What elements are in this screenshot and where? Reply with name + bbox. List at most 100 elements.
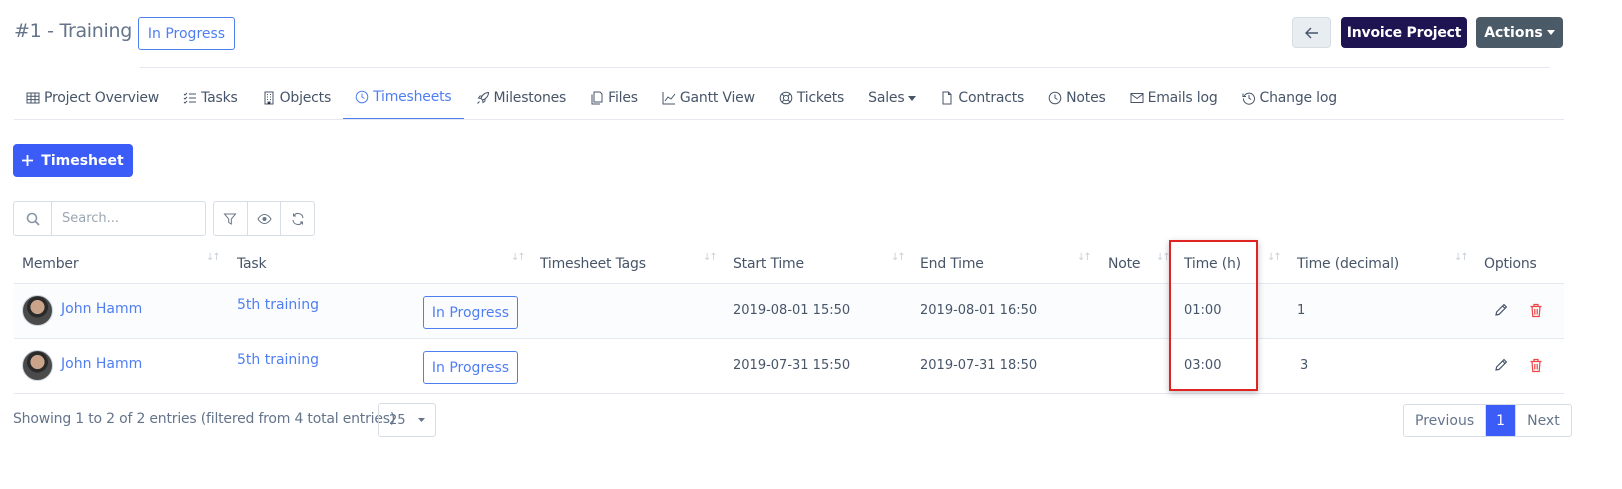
task-link[interactable]: 5th training <box>237 297 319 313</box>
filter-button[interactable] <box>214 202 248 235</box>
trash-icon <box>1530 303 1542 317</box>
pencil-icon <box>1495 303 1508 316</box>
tab-objects[interactable]: Objects <box>250 76 344 120</box>
column-note[interactable]: Note <box>1108 256 1141 272</box>
column-timesheet-tags[interactable]: Timesheet Tags <box>540 256 646 272</box>
search-icon <box>14 202 52 235</box>
sort-icon: ↓↑ <box>703 252 718 263</box>
tab-notes[interactable]: Notes <box>1036 76 1117 120</box>
project-tabs: Project Overview Tasks Objects Timesheet… <box>14 76 1349 120</box>
avatar[interactable] <box>22 350 53 381</box>
grid-icon <box>26 92 40 104</box>
refresh-icon <box>292 212 304 225</box>
avatar[interactable] <box>22 295 53 326</box>
tab-emails-log[interactable]: Emails log <box>1118 76 1230 120</box>
invoice-project-button[interactable]: Invoice Project <box>1341 17 1467 48</box>
document-icon <box>942 91 952 105</box>
sort-icon: ↓↑ <box>891 252 906 263</box>
tabs-divider <box>14 119 1564 120</box>
tab-label: Milestones <box>493 90 567 106</box>
add-timesheet-button[interactable]: Timesheet <box>13 144 133 177</box>
pencil-icon <box>1495 358 1508 371</box>
next-page-button[interactable]: Next <box>1516 405 1571 436</box>
tab-gantt-view[interactable]: Gantt View <box>650 76 767 120</box>
tab-milestones[interactable]: Milestones <box>464 76 579 120</box>
tab-label: Notes <box>1066 90 1106 106</box>
tab-label: Contracts <box>958 90 1025 106</box>
toggle-columns-button[interactable] <box>248 202 282 235</box>
sort-icon: ↓↑ <box>1267 252 1282 263</box>
eye-icon <box>256 213 272 224</box>
table-row: John Hamm 5th training In Progress 2019-… <box>14 339 1564 394</box>
tab-label: Tickets <box>796 90 845 106</box>
sort-icon: ↓↑ <box>206 252 221 263</box>
envelope-icon <box>1130 93 1144 103</box>
column-member[interactable]: Member <box>22 256 79 272</box>
page-1-button[interactable]: 1 <box>1486 405 1517 436</box>
clock-icon <box>355 90 369 104</box>
column-options: Options <box>1484 256 1537 272</box>
tab-label: Project Overview <box>44 90 160 106</box>
reload-button[interactable] <box>281 202 314 235</box>
task-status-badge: In Progress <box>423 351 518 384</box>
tab-label: Gantt View <box>679 90 755 106</box>
add-timesheet-label: Timesheet <box>41 152 124 169</box>
delete-button[interactable] <box>1527 356 1545 374</box>
column-task[interactable]: Task <box>237 256 267 272</box>
tab-label: Change log <box>1259 90 1338 106</box>
start-time: 2019-07-31 15:50 <box>733 358 851 373</box>
sort-icon: ↓↑ <box>1077 252 1092 263</box>
caret-down-icon <box>417 418 425 422</box>
column-end-time[interactable]: End Time <box>920 256 984 272</box>
chart-line-icon <box>662 92 676 105</box>
back-button[interactable] <box>1292 17 1331 48</box>
tab-label: Sales <box>868 90 905 106</box>
tab-contracts[interactable]: Contracts <box>928 76 1036 120</box>
project-status-badge: In Progress <box>138 17 235 50</box>
edit-button[interactable] <box>1492 301 1510 319</box>
table-tools <box>213 201 315 236</box>
member-link[interactable]: John Hamm <box>61 301 142 317</box>
caret-down-icon <box>908 95 917 101</box>
column-time-decimal[interactable]: Time (decimal) <box>1297 256 1399 272</box>
tab-label: Tasks <box>201 90 238 106</box>
time-decimal: 1 <box>1297 303 1306 318</box>
tab-files[interactable]: Files <box>578 76 650 120</box>
task-link[interactable]: 5th training <box>237 352 319 368</box>
tab-tasks[interactable]: Tasks <box>171 76 250 120</box>
tab-timesheets[interactable]: Timesheets <box>343 76 464 120</box>
member-link[interactable]: John Hamm <box>61 356 142 372</box>
actions-dropdown-button[interactable]: Actions <box>1476 17 1563 48</box>
start-time: 2019-08-01 15:50 <box>733 303 851 318</box>
previous-page-button[interactable]: Previous <box>1404 405 1487 436</box>
end-time: 2019-07-31 18:50 <box>920 358 1038 373</box>
search-input[interactable] <box>52 202 205 235</box>
tab-label: Timesheets <box>373 89 452 105</box>
checklist-icon <box>183 92 197 104</box>
page-title: #1 - Training <box>14 20 133 42</box>
column-start-time[interactable]: Start Time <box>733 256 804 272</box>
history-icon <box>1242 92 1255 105</box>
tab-sales[interactable]: Sales <box>856 76 928 120</box>
trash-icon <box>1530 358 1542 372</box>
sort-icon: ↓↑ <box>511 252 526 263</box>
lifebuoy-icon <box>779 91 793 105</box>
tab-tickets[interactable]: Tickets <box>767 76 856 120</box>
header-divider <box>140 67 1550 68</box>
plus-icon <box>22 155 34 166</box>
edit-button[interactable] <box>1492 356 1510 374</box>
table-row: John Hamm 5th training In Progress 2019-… <box>14 284 1564 339</box>
page-size-select[interactable]: 25 <box>378 403 436 437</box>
entries-info: Showing 1 to 2 of 2 entries (filtered fr… <box>13 411 396 427</box>
rocket-icon <box>476 91 489 104</box>
tab-label: Emails log <box>1147 90 1218 106</box>
delete-button[interactable] <box>1527 301 1545 319</box>
time-column-highlight <box>1169 240 1258 391</box>
filter-icon <box>223 213 237 225</box>
time-decimal: 3 <box>1300 358 1309 373</box>
task-status-badge: In Progress <box>423 296 518 329</box>
table-header: Member ↓↑ Task ↓↑ Timesheet Tags ↓↑ Star… <box>14 246 1564 284</box>
tab-change-log[interactable]: Change log <box>1230 76 1349 120</box>
table-search <box>13 201 206 236</box>
tab-project-overview[interactable]: Project Overview <box>14 76 171 120</box>
